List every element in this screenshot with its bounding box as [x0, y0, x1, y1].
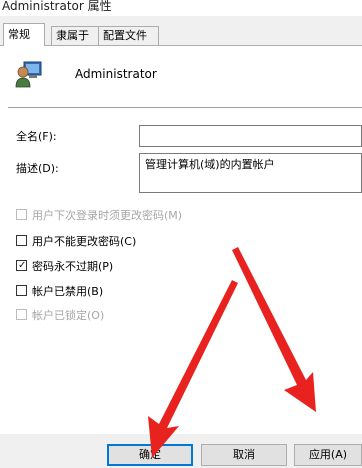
account-disabled-checkbox[interactable] [16, 285, 27, 296]
user-name: Administrator [75, 67, 157, 81]
account-disabled-label: 帐户已禁用(B) [32, 285, 104, 298]
checkmark-icon: ✓ [18, 260, 27, 271]
tab-profile-label: 配置文件 [103, 29, 147, 42]
description-value: 管理计算机(域)的内置帐户 [145, 158, 275, 171]
tab-general-label: 常规 [8, 28, 30, 41]
password-never-expires-label: 密码永不过期(P) [32, 260, 114, 273]
ok-button[interactable]: 确定 [107, 444, 193, 466]
tab-profile[interactable]: 配置文件 [98, 26, 159, 45]
must-change-password-label: 用户下次登录时须更改密码(M) [32, 209, 183, 222]
description-input[interactable]: 管理计算机(域)的内置帐户 [139, 153, 362, 193]
title-bar: Administrator 属性 [0, 0, 362, 16]
must-change-password-checkbox[interactable] [16, 209, 27, 220]
apply-button[interactable]: 应用(A) [294, 444, 362, 466]
tab-general[interactable]: 常规 [3, 23, 45, 46]
fullname-input[interactable] [139, 125, 362, 147]
separator [8, 107, 362, 108]
account-locked-label: 帐户已锁定(O) [32, 309, 105, 322]
tab-member-of-label: 隶属于 [56, 29, 89, 42]
cannot-change-password-checkbox[interactable] [16, 235, 27, 246]
window-title: Administrator 属性 [2, 0, 112, 13]
fullname-label: 全名(F): [16, 130, 57, 143]
cancel-button[interactable]: 取消 [201, 444, 287, 466]
password-never-expires-checkbox[interactable]: ✓ [16, 260, 27, 271]
tab-member-of[interactable]: 隶属于 [51, 26, 99, 45]
description-label: 描述(D): [16, 162, 59, 175]
account-locked-checkbox[interactable] [16, 309, 27, 320]
cannot-change-password-label: 用户不能更改密码(C) [32, 235, 137, 248]
user-icon [15, 61, 42, 88]
